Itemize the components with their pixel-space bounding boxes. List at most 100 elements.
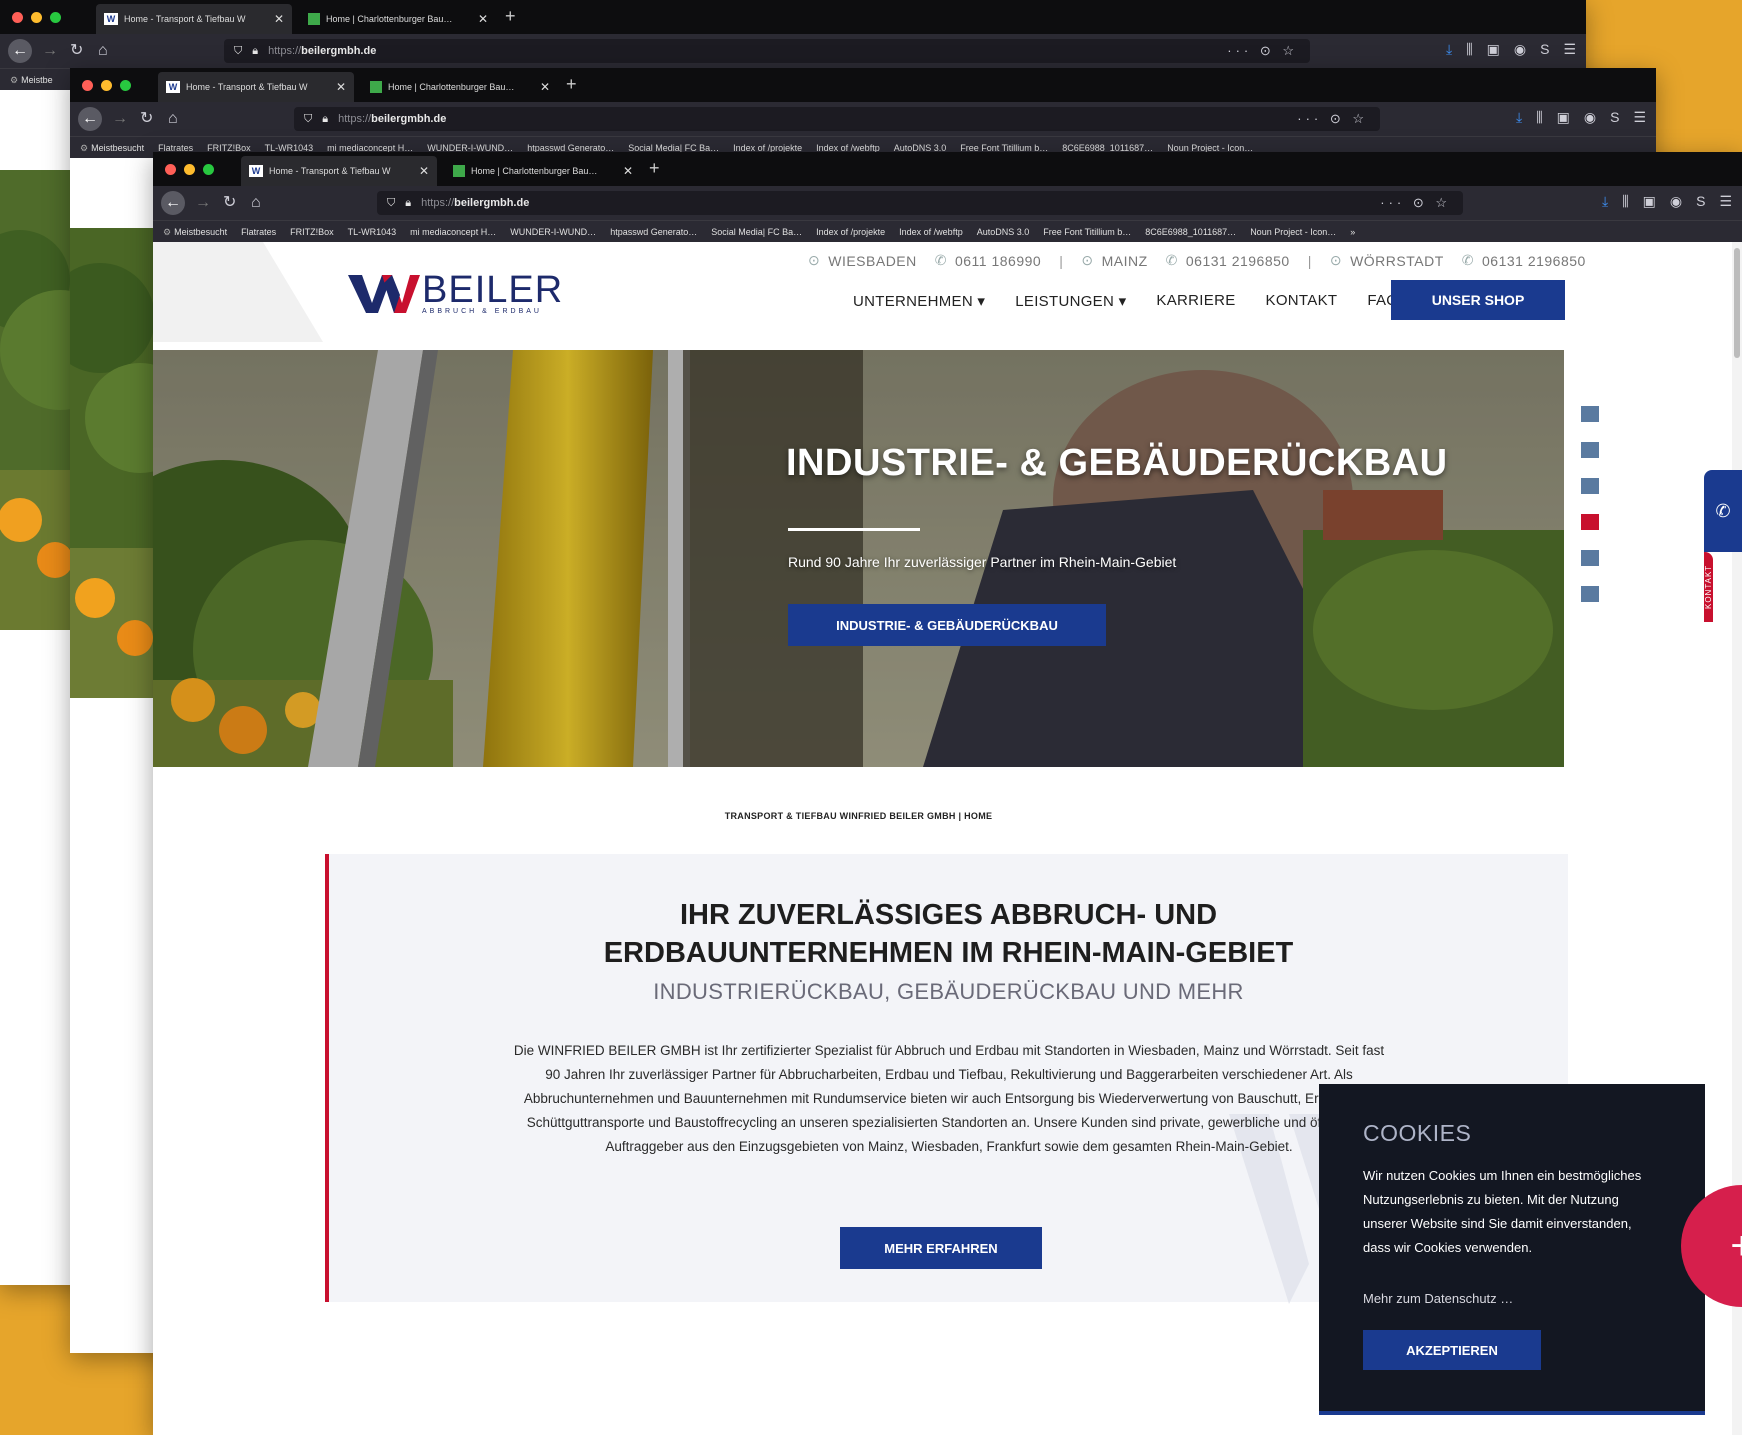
home-icon[interactable]: ⌂ bbox=[168, 109, 178, 129]
gear-icon: ⚙ bbox=[10, 74, 19, 85]
close-icon[interactable]: ✕ bbox=[540, 80, 550, 94]
bookmarks-overflow-icon[interactable]: » bbox=[1350, 227, 1355, 237]
bookmark-item[interactable]: FRITZ!Box bbox=[290, 227, 334, 237]
scrollbar-thumb[interactable] bbox=[1734, 248, 1740, 358]
extension-icon[interactable]: ◉ bbox=[1514, 41, 1526, 58]
tab-charlottenburger[interactable]: Home | Charlottenburger Bau… ✕ bbox=[362, 72, 558, 102]
window-controls[interactable] bbox=[165, 164, 214, 175]
contact-tab-label[interactable]: KONTAKT bbox=[1704, 552, 1713, 622]
tab-charlottenburger[interactable]: Home | Charlottenburger Bau… ✕ bbox=[445, 156, 641, 186]
close-icon[interactable]: ✕ bbox=[274, 12, 284, 26]
slider-dot[interactable] bbox=[1581, 442, 1599, 458]
forward-icon[interactable]: → bbox=[112, 109, 128, 129]
bookmark-item[interactable]: Social Media| FC Ba… bbox=[711, 227, 802, 237]
bookmark-item[interactable]: mi mediaconcept H… bbox=[410, 227, 496, 237]
shop-button[interactable]: UNSER SHOP bbox=[1391, 280, 1565, 320]
library-icon[interactable]: ⫼ bbox=[1536, 109, 1542, 126]
privacy-link[interactable]: Mehr zum Datenschutz … bbox=[1363, 1291, 1513, 1306]
library-icon[interactable]: ⫼ bbox=[1622, 193, 1628, 210]
home-icon[interactable]: ⌂ bbox=[98, 41, 108, 61]
menu-karriere[interactable]: KARRIERE bbox=[1156, 292, 1235, 310]
bookmark-item[interactable]: htpasswd Generato… bbox=[610, 227, 697, 237]
bookmark-item[interactable]: Free Font Titillium b… bbox=[1043, 227, 1131, 237]
bookmark-item[interactable]: AutoDNS 3.0 bbox=[977, 227, 1030, 237]
phone-mainz[interactable]: 06131 2196850 bbox=[1186, 253, 1290, 269]
city-mainz[interactable]: MAINZ bbox=[1102, 253, 1148, 269]
download-icon[interactable]: ⤓ bbox=[1602, 193, 1608, 210]
close-icon[interactable]: ✕ bbox=[478, 12, 488, 26]
back-icon[interactable]: ← bbox=[78, 107, 102, 131]
phone-icon[interactable]: ✆ bbox=[1704, 470, 1742, 552]
phone-woerrstadt[interactable]: 06131 2196850 bbox=[1482, 253, 1586, 269]
page-actions-icon[interactable]: ··· ⊙ ☆ bbox=[1227, 43, 1298, 59]
forward-icon[interactable]: → bbox=[195, 193, 211, 213]
bookmark-item[interactable]: Index of /projekte bbox=[816, 227, 885, 237]
phone-wiesbaden[interactable]: 0611 186990 bbox=[955, 253, 1041, 269]
bookmark-item[interactable]: Noun Project - Icon… bbox=[1250, 227, 1336, 237]
download-icon[interactable]: ⤓ bbox=[1446, 41, 1452, 58]
url-bar[interactable]: ⛉ 🔒︎ https://beilergmbh.de ··· ⊙ ☆ bbox=[224, 39, 1310, 63]
city-wiesbaden[interactable]: WIESBADEN bbox=[828, 253, 917, 269]
slider-dot[interactable] bbox=[1581, 406, 1599, 422]
bookmark-item[interactable]: 8C6E6988_1011687… bbox=[1145, 227, 1236, 237]
window-controls[interactable] bbox=[82, 80, 131, 91]
reload-icon[interactable]: ↻ bbox=[223, 193, 236, 213]
sidebar-icon[interactable]: ▣ bbox=[1643, 193, 1656, 210]
download-icon[interactable]: ⤓ bbox=[1516, 109, 1522, 126]
tab-home[interactable]: W Home - Transport & Tiefbau W ✕ bbox=[158, 72, 354, 102]
close-icon[interactable]: ✕ bbox=[336, 80, 346, 94]
bookmark-item[interactable]: Flatrates bbox=[241, 227, 276, 237]
bookmark-item[interactable]: ⚙ Meistbesucht bbox=[163, 227, 227, 238]
new-tab-icon[interactable]: + bbox=[649, 158, 660, 179]
s-extension-icon[interactable]: S bbox=[1696, 193, 1705, 210]
slider-dot[interactable] bbox=[1581, 586, 1599, 602]
logo-wordmark: BEILER bbox=[422, 269, 564, 311]
tab-charlottenburger[interactable]: Home | Charlottenburger Bau… ✕ bbox=[300, 4, 496, 34]
sidebar-icon[interactable]: ▣ bbox=[1557, 109, 1570, 126]
learn-more-button[interactable]: MEHR ERFAHREN bbox=[840, 1227, 1042, 1269]
page-actions-icon[interactable]: ··· ⊙ ☆ bbox=[1380, 195, 1451, 211]
bookmark-item[interactable]: ⚙ Meistbe bbox=[10, 75, 53, 86]
menu-kontakt[interactable]: KONTAKT bbox=[1266, 292, 1338, 310]
city-woerrstadt[interactable]: WÖRRSTADT bbox=[1350, 253, 1444, 269]
s-extension-icon[interactable]: S bbox=[1540, 41, 1549, 58]
close-icon[interactable]: ✕ bbox=[419, 164, 429, 178]
library-icon[interactable]: ⫼ bbox=[1466, 41, 1472, 58]
breadcrumb[interactable]: TRANSPORT & TIEFBAU WINFRIED BEILER GMBH… bbox=[153, 811, 1564, 821]
extension-icon[interactable]: ◉ bbox=[1670, 193, 1682, 210]
sidebar-icon[interactable]: ▣ bbox=[1487, 41, 1500, 58]
back-icon[interactable]: ← bbox=[161, 191, 185, 215]
slider-dot[interactable] bbox=[1581, 550, 1599, 566]
url-bar[interactable]: ⛉ 🔒︎ https://beilergmbh.de ··· ⊙ ☆ bbox=[294, 107, 1380, 131]
menu-icon[interactable]: ☰ bbox=[1563, 41, 1576, 58]
bookmark-item[interactable]: Index of /webftp bbox=[899, 227, 963, 237]
new-tab-icon[interactable]: + bbox=[566, 74, 577, 95]
menu-leistungen[interactable]: LEISTUNGEN ▾ bbox=[1015, 292, 1126, 310]
close-icon[interactable]: ✕ bbox=[623, 164, 633, 178]
s-extension-icon[interactable]: S bbox=[1610, 109, 1619, 126]
home-icon[interactable]: ⌂ bbox=[251, 193, 261, 213]
menu-unternehmen[interactable]: UNTERNEHMEN ▾ bbox=[853, 292, 985, 310]
reload-icon[interactable]: ↻ bbox=[70, 41, 83, 61]
menu-icon[interactable]: ☰ bbox=[1719, 193, 1732, 210]
tab-home[interactable]: W Home - Transport & Tiefbau W ✕ bbox=[96, 4, 292, 34]
extension-icon[interactable]: ◉ bbox=[1584, 109, 1596, 126]
window-controls[interactable] bbox=[12, 12, 61, 23]
accept-cookies-button[interactable]: AKZEPTIEREN bbox=[1363, 1330, 1541, 1370]
contact-side-tab[interactable]: ✆ KONTAKT bbox=[1704, 470, 1742, 622]
menu-icon[interactable]: ☰ bbox=[1633, 109, 1646, 126]
bookmark-item[interactable]: WUNDER-I-WUND… bbox=[510, 227, 596, 237]
page-actions-icon[interactable]: ··· ⊙ ☆ bbox=[1297, 111, 1368, 127]
bookmark-item[interactable]: ⚙ Meistbesucht bbox=[80, 143, 144, 154]
back-icon[interactable]: ← bbox=[8, 39, 32, 63]
beiler-logo[interactable]: BEILER ABBRUCH & ERDBAU bbox=[348, 269, 564, 315]
hero-cta-button[interactable]: INDUSTRIE- & GEBÄUDERÜCKBAU bbox=[788, 604, 1106, 646]
reload-icon[interactable]: ↻ bbox=[140, 109, 153, 129]
tab-home[interactable]: W Home - Transport & Tiefbau W ✕ bbox=[241, 156, 437, 186]
new-tab-icon[interactable]: + bbox=[505, 6, 516, 27]
slider-dot-active[interactable] bbox=[1581, 514, 1599, 530]
bookmark-item[interactable]: TL-WR1043 bbox=[348, 227, 397, 237]
url-bar[interactable]: ⛉ 🔒︎ https://beilergmbh.de ··· ⊙ ☆ bbox=[377, 191, 1463, 215]
slider-dot[interactable] bbox=[1581, 478, 1599, 494]
forward-icon[interactable]: → bbox=[42, 41, 58, 61]
